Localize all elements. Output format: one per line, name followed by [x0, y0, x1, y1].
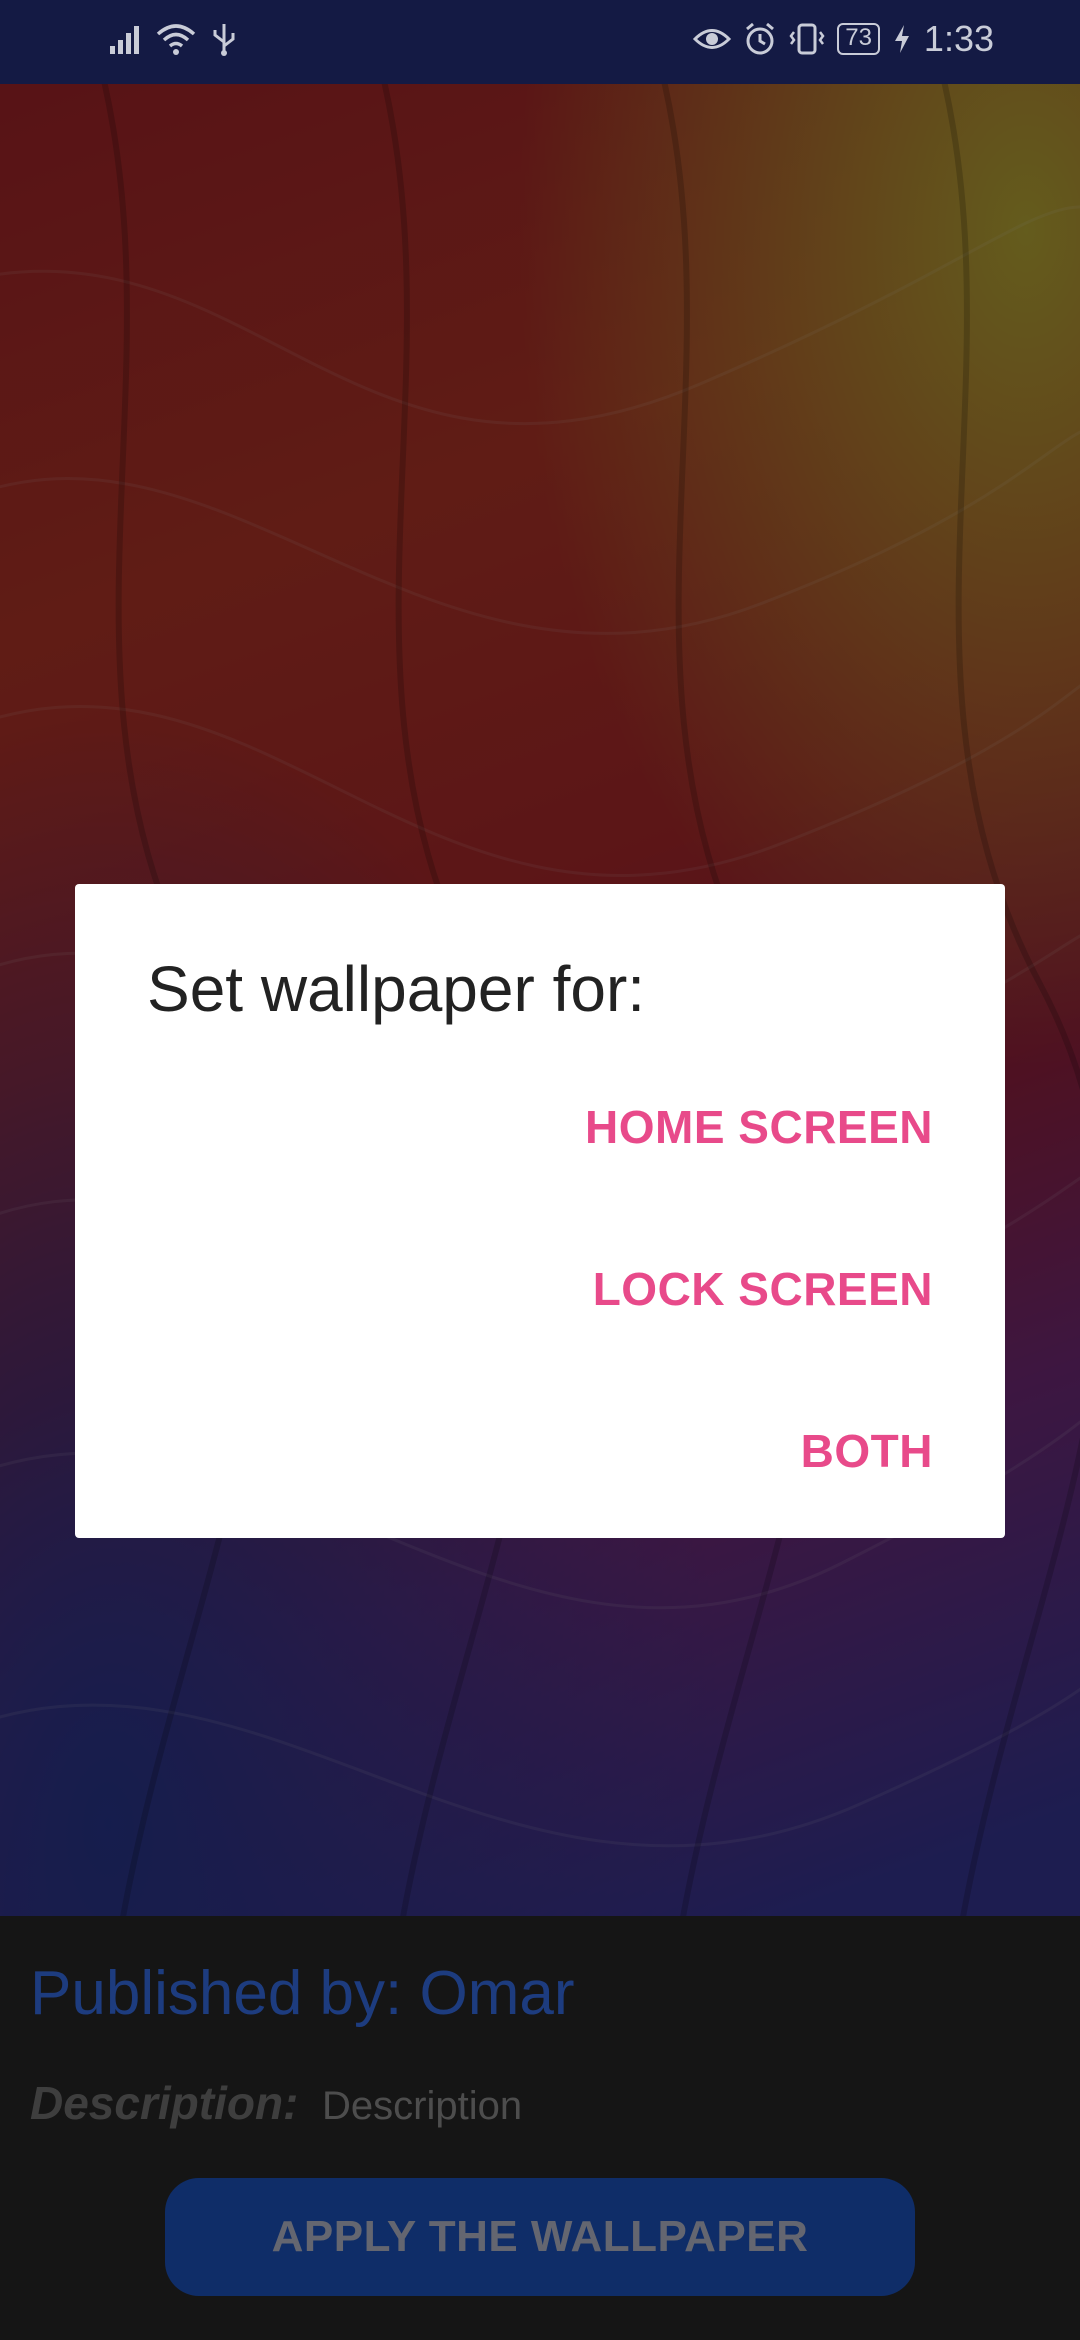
charging-icon — [894, 25, 909, 53]
dialog-title: Set wallpaper for: — [147, 953, 646, 1025]
lock-screen-option[interactable]: LOCK SCREEN — [593, 1244, 933, 1334]
usb-icon — [213, 24, 235, 56]
status-left — [108, 22, 238, 56]
status-right: 73 1:33 — [693, 18, 994, 60]
alarm-icon — [746, 22, 775, 55]
both-option[interactable]: BOTH — [801, 1406, 933, 1496]
eye-icon — [693, 29, 732, 49]
battery-icon: 73 — [837, 23, 880, 55]
vibrate-icon — [789, 23, 825, 55]
signal-icon — [110, 26, 139, 54]
home-screen-option[interactable]: HOME SCREEN — [585, 1082, 933, 1172]
set-wallpaper-dialog: Set wallpaper for: HOME SCREEN LOCK SCRE… — [75, 884, 1005, 1538]
screen: 73 1:33 Set wallpaper for: HOME SCREEN L… — [0, 0, 1080, 2340]
clock: 1:33 — [923, 18, 994, 59]
wifi-icon — [156, 24, 196, 55]
status-bar: 73 1:33 — [0, 0, 1080, 84]
